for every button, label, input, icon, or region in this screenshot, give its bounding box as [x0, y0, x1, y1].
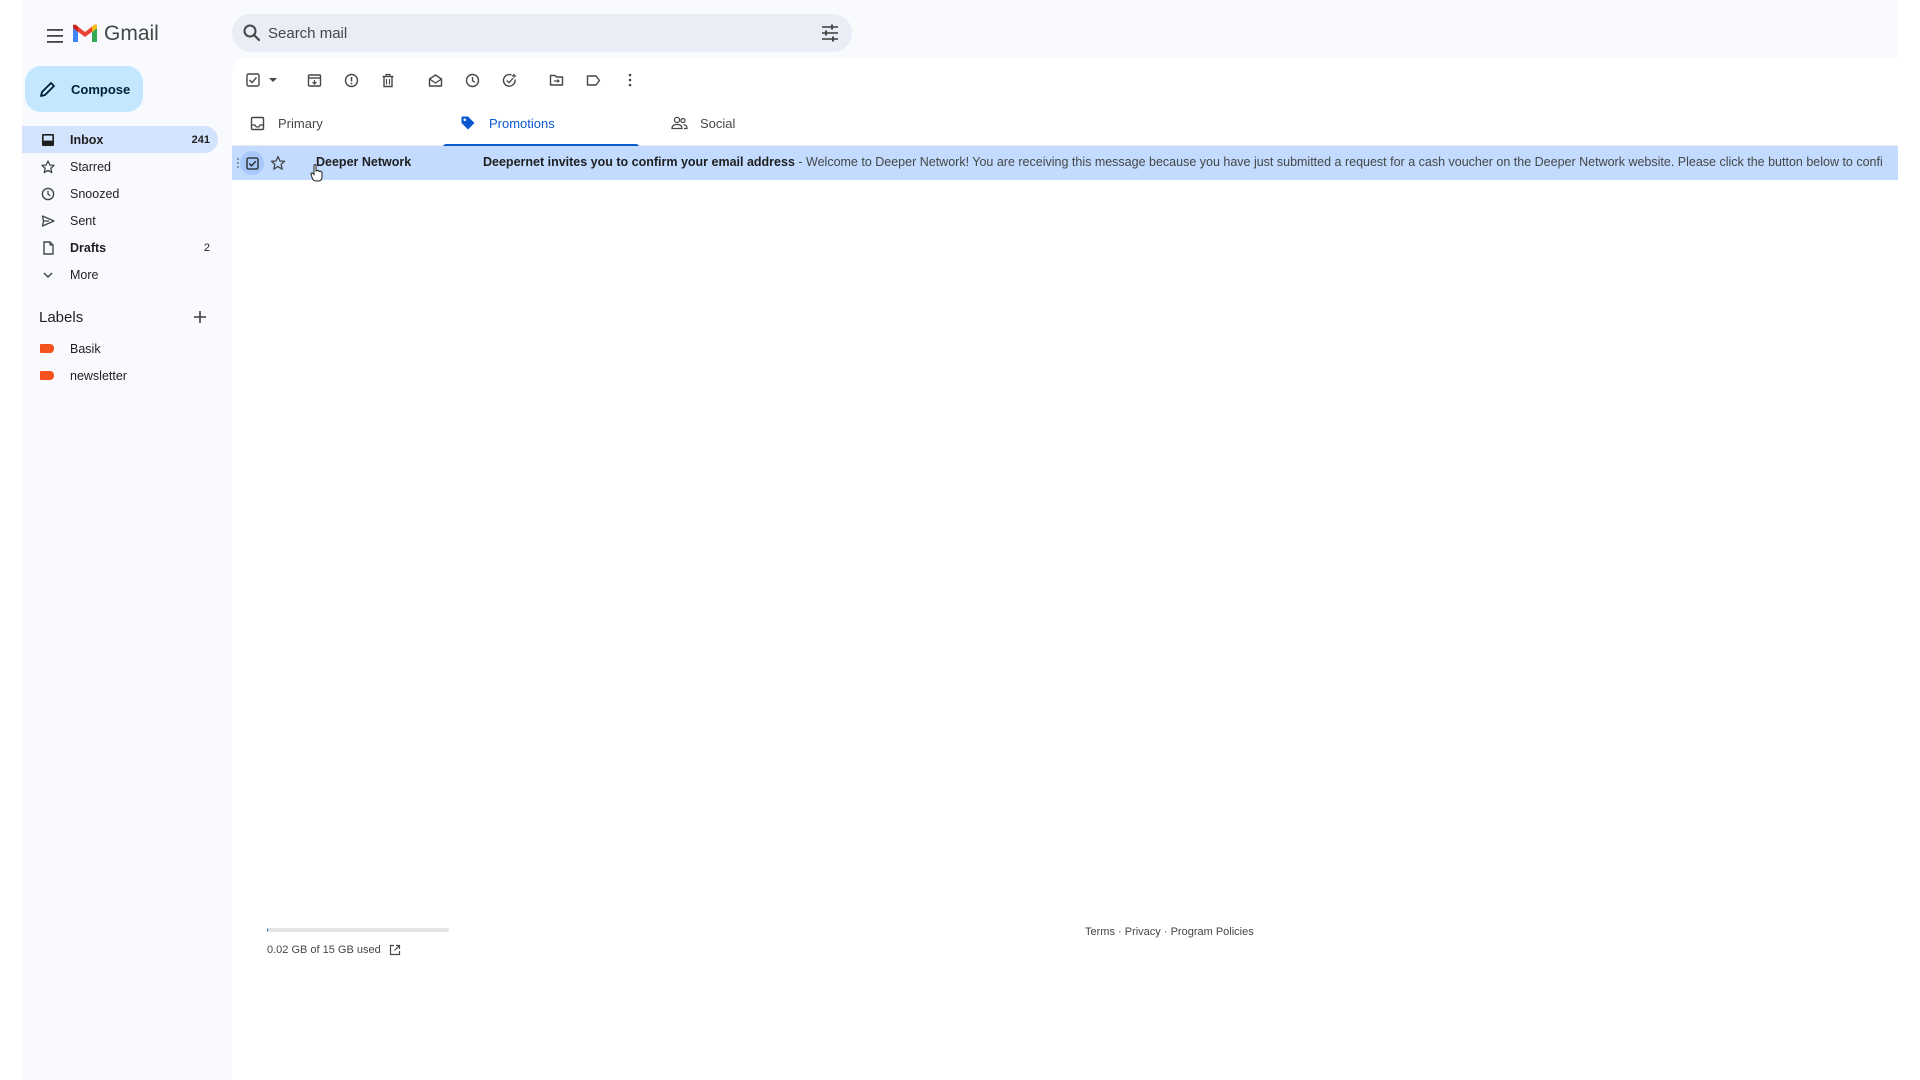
sidebar-item-starred[interactable]: Starred — [22, 153, 218, 180]
tab-social[interactable]: Social — [654, 100, 850, 146]
drafts-count: 2 — [203, 241, 210, 254]
folder-move-icon — [549, 74, 563, 86]
select-checkbox-button[interactable] — [242, 69, 264, 91]
tab-label: Primary — [278, 115, 323, 131]
gmail-logo[interactable]: Gmail — [72, 20, 159, 48]
main-menu-button[interactable] — [36, 16, 76, 56]
checkbox-checked-icon — [246, 73, 260, 87]
search-options-icon[interactable] — [820, 23, 840, 43]
tab-promotions[interactable]: Promotions — [443, 100, 639, 147]
mail-list-panel: Primary Promotions Social Deeper Network… — [232, 58, 1898, 1080]
hand-cursor-icon — [310, 164, 323, 182]
email-subject: Deepernet invites you to confirm your em… — [483, 155, 795, 169]
tab-label: Social — [700, 115, 736, 131]
sidebar-item-label: Snoozed — [70, 186, 120, 201]
report-spam-button[interactable] — [340, 69, 362, 91]
tag-icon — [459, 114, 477, 132]
draft-icon — [40, 240, 56, 256]
mark-as-read-button[interactable] — [424, 69, 446, 91]
archive-button[interactable] — [303, 69, 325, 91]
compose-button[interactable]: Compose — [25, 66, 143, 112]
label-item-basik[interactable]: Basik — [22, 335, 218, 362]
trash-icon — [382, 73, 394, 87]
sidebar-item-label: Starred — [70, 159, 111, 174]
storage-usage: 0.02 GB of 15 GB used — [267, 928, 449, 956]
move-to-button[interactable] — [545, 69, 567, 91]
hamburger-icon — [47, 29, 63, 43]
external-link-icon[interactable] — [389, 944, 401, 956]
email-preview: Deepernet invites you to confirm your em… — [483, 155, 1883, 169]
chevron-down-icon — [40, 267, 56, 283]
clock-icon — [465, 73, 479, 87]
gmail-app: Gmail Compose Inbox 241 — [22, 0, 1898, 1080]
program-policies-link[interactable]: Program Policies — [1171, 926, 1254, 938]
gmail-m-icon — [73, 24, 97, 42]
more-vert-icon — [628, 73, 632, 87]
add-task-icon — [502, 73, 516, 87]
checkbox-checked-icon — [245, 156, 259, 170]
caret-down-icon — [269, 78, 277, 82]
sidebar-item-label: Inbox — [70, 132, 104, 147]
compose-label: Compose — [71, 81, 131, 97]
send-icon — [40, 213, 56, 229]
footer-separator: · — [1114, 926, 1125, 938]
star-icon[interactable] — [270, 155, 286, 171]
row-checkbox[interactable] — [240, 151, 264, 175]
search-bar — [232, 14, 852, 52]
privacy-link[interactable]: Privacy — [1125, 926, 1161, 938]
envelope-open-icon — [428, 73, 442, 87]
sidebar-item-snoozed[interactable]: Snoozed — [22, 180, 218, 207]
sidebar-item-label: Drafts — [70, 240, 107, 255]
select-dropdown-button[interactable] — [268, 69, 278, 91]
app-name: Gmail — [104, 22, 159, 45]
tab-primary[interactable]: Primary — [232, 100, 428, 146]
label-name: newsletter — [70, 368, 127, 383]
mail-toolbar — [242, 68, 656, 92]
search-icon[interactable] — [242, 23, 262, 43]
pencil-icon — [40, 82, 55, 97]
sidebar-item-more[interactable]: More — [22, 261, 218, 288]
label-item-newsletter[interactable]: newsletter — [22, 362, 218, 389]
label-tag-icon — [40, 371, 54, 380]
storage-fill — [267, 928, 268, 932]
add-label-icon[interactable] — [191, 308, 209, 326]
people-icon — [670, 114, 688, 132]
sidebar-item-inbox[interactable]: Inbox 241 — [22, 126, 218, 153]
tab-label: Promotions — [489, 115, 555, 131]
footer-separator: · — [1160, 926, 1171, 938]
star-icon — [40, 159, 56, 175]
labels-heading-text: Labels — [39, 308, 84, 326]
more-options-button[interactable] — [619, 69, 641, 91]
spam-icon — [344, 73, 358, 87]
terms-link[interactable]: Terms — [1085, 926, 1115, 938]
add-to-tasks-button[interactable] — [498, 69, 520, 91]
clock-icon — [40, 186, 56, 202]
email-row[interactable]: Deeper Network Deepernet invites you to … — [232, 146, 1898, 182]
sidebar-item-drafts[interactable]: Drafts 2 — [22, 234, 218, 261]
labels-heading: Labels — [39, 306, 215, 328]
email-sender: Deeper Network — [316, 155, 412, 169]
inbox-icon — [248, 114, 266, 132]
labels-list: Basik newsletter — [22, 335, 218, 389]
delete-button[interactable] — [377, 69, 399, 91]
sidebar-item-label: More — [70, 267, 99, 282]
sidebar-item-label: Sent — [70, 213, 96, 228]
sidebar-nav: Inbox 241 Starred Snoozed Sent Drafts 2 … — [22, 126, 218, 288]
sidebar-item-sent[interactable]: Sent — [22, 207, 218, 234]
email-snippet: - Welcome to Deeper Network! You are rec… — [794, 155, 1883, 169]
label-icon — [586, 74, 600, 86]
storage-text: 0.02 GB of 15 GB used — [267, 944, 381, 956]
label-tag-icon — [40, 344, 54, 353]
archive-icon — [307, 73, 321, 87]
storage-bar — [267, 928, 449, 932]
inbox-count: 241 — [191, 133, 210, 146]
category-tabs: Primary Promotions Social — [232, 100, 1898, 147]
label-name: Basik — [70, 341, 101, 356]
labels-button[interactable] — [582, 69, 604, 91]
search-input[interactable] — [268, 20, 788, 46]
footer-links: Terms · Privacy · Program Policies — [1085, 926, 1254, 938]
inbox-icon — [40, 132, 56, 148]
snooze-button[interactable] — [461, 69, 483, 91]
